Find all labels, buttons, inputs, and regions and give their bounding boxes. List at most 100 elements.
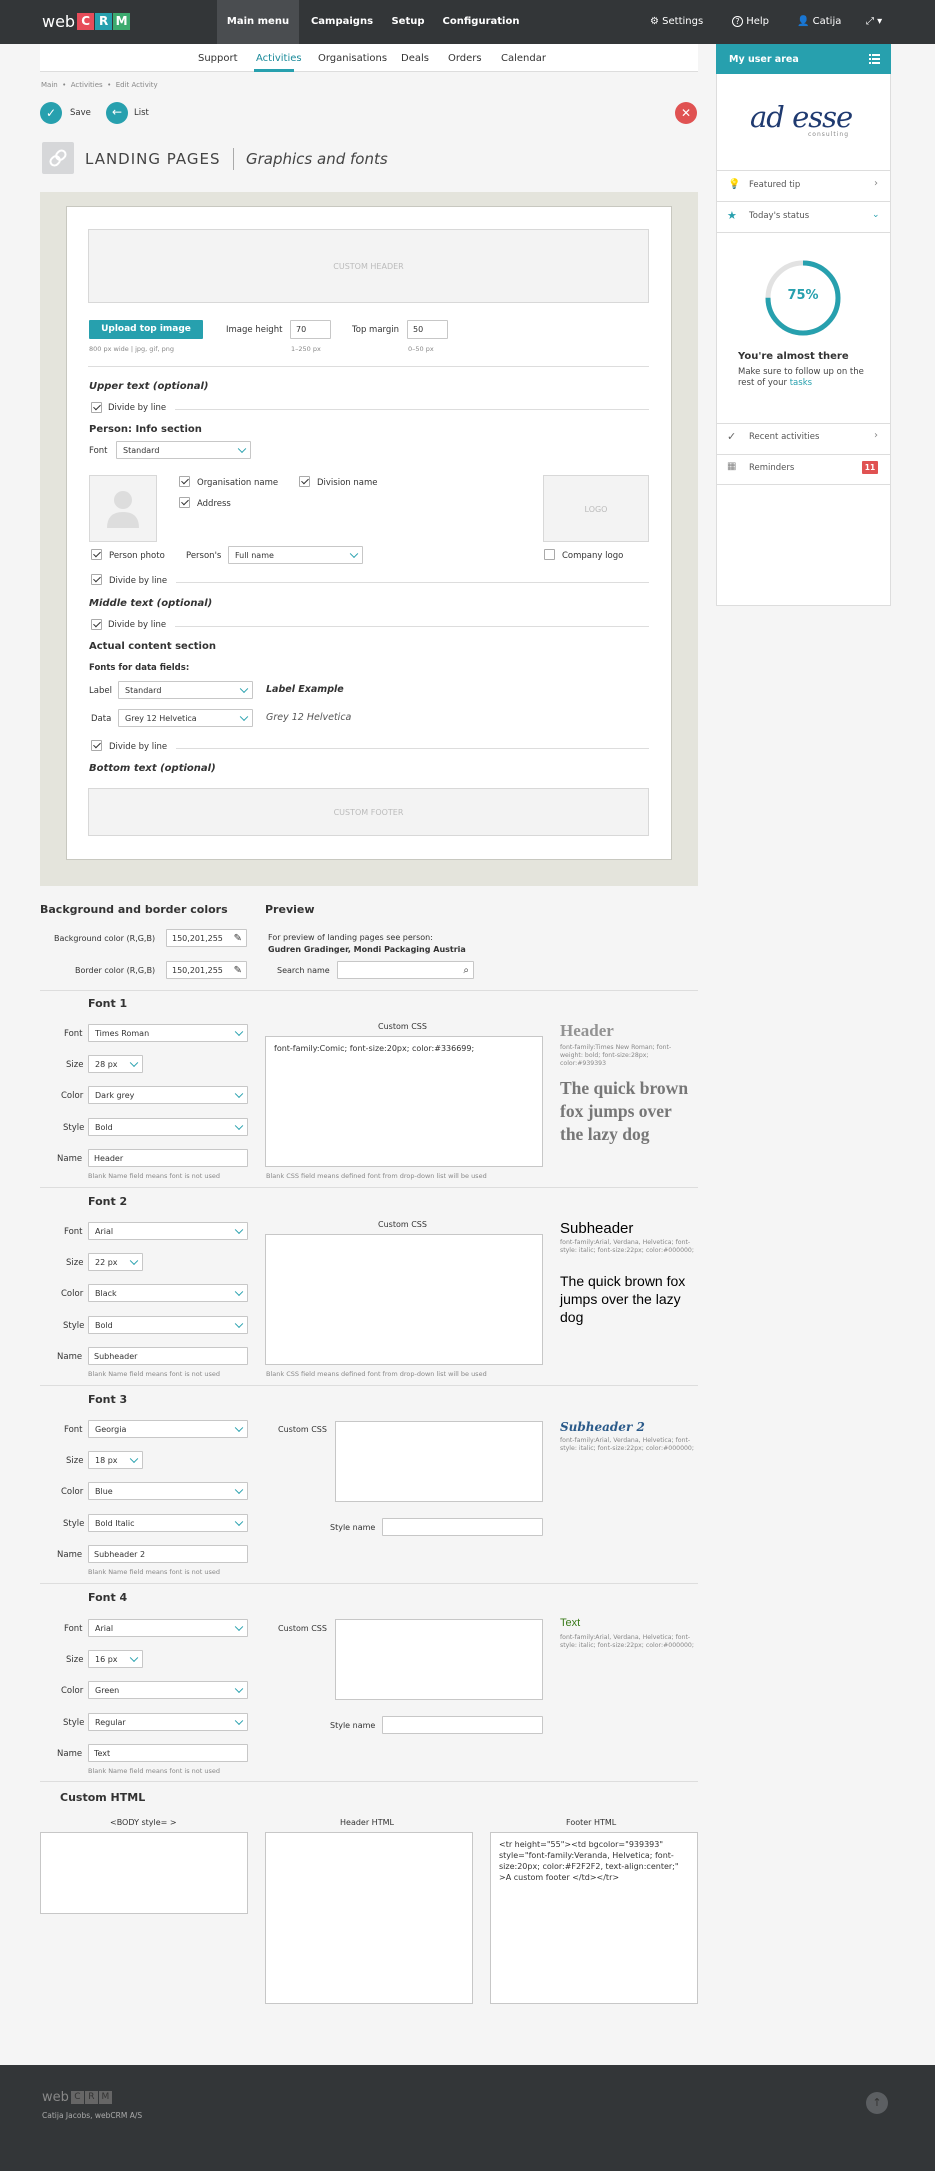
content-divide-checkbox[interactable]: [91, 740, 102, 751]
list-button[interactable]: ←: [106, 102, 128, 124]
image-height-hint: 1–250 px: [291, 345, 321, 353]
nav-main-menu[interactable]: Main menu: [217, 0, 299, 44]
middle-divide-checkbox[interactable]: [91, 619, 102, 630]
person-divide-checkbox[interactable]: [91, 574, 102, 585]
font-3-font-value: Georgia: [95, 1424, 127, 1434]
custom-header-placeholder[interactable]: CUSTOM HEADER: [88, 229, 649, 303]
font-2-name-input[interactable]: Subheader: [88, 1347, 248, 1365]
font-4-style-name-input[interactable]: [382, 1716, 543, 1734]
save-label[interactable]: Save: [70, 108, 91, 118]
font-3-name-input[interactable]: Subheader 2: [88, 1545, 248, 1563]
preview-person[interactable]: Gudren Gradinger, Mondi Packaging Austri…: [268, 945, 466, 954]
font-1-font-select[interactable]: Times Roman: [88, 1024, 248, 1042]
chevron-down-icon: [234, 1319, 244, 1329]
address-checkbox[interactable]: [179, 497, 190, 508]
font-4-font-select[interactable]: Arial: [88, 1619, 248, 1637]
body-style-textarea[interactable]: [40, 1832, 248, 1914]
font-3-style-select[interactable]: Bold Italic: [88, 1514, 248, 1532]
font-4-css-textarea[interactable]: [335, 1619, 543, 1700]
webcrm-logo[interactable]: web C R M: [42, 12, 131, 31]
middle-text-heading[interactable]: Middle text (optional): [89, 598, 212, 609]
person-font-select[interactable]: Standard: [116, 441, 251, 459]
tab-deals[interactable]: Deals: [401, 53, 429, 64]
bottom-text-heading[interactable]: Bottom text (optional): [89, 763, 216, 774]
nav-campaigns[interactable]: Campaigns: [305, 0, 379, 44]
title-divider: [233, 148, 234, 170]
upper-text-heading[interactable]: Upper text (optional): [89, 381, 208, 392]
top-margin-input[interactable]: 50: [407, 320, 448, 339]
font-4-size-select[interactable]: 16 px: [88, 1650, 143, 1668]
divider: [717, 232, 890, 233]
upper-divide-checkbox[interactable]: [91, 402, 102, 413]
save-button[interactable]: ✓: [40, 102, 62, 124]
font-1-color-select[interactable]: Dark grey: [88, 1086, 248, 1104]
font-3-size-select[interactable]: 18 px: [88, 1451, 143, 1469]
pencil-icon[interactable]: ✎: [234, 933, 242, 944]
list-label[interactable]: List: [134, 108, 149, 118]
chevron-down-icon[interactable]: ⌄: [872, 210, 880, 220]
nav-configuration[interactable]: Configuration: [437, 0, 525, 44]
font-3-font-select[interactable]: Georgia: [88, 1420, 248, 1438]
division-name-checkbox[interactable]: [299, 476, 310, 487]
list-icon[interactable]: [869, 54, 880, 64]
nav-setup[interactable]: Setup: [385, 0, 431, 44]
bg-color-value: 150,201,255: [172, 933, 223, 943]
division-name-label: Division name: [317, 478, 378, 488]
chevron-right-icon[interactable]: ›: [874, 178, 878, 189]
font-3-color-select[interactable]: Blue: [88, 1482, 248, 1500]
tab-orders[interactable]: Orders: [448, 53, 482, 64]
chevron-right-icon[interactable]: ›: [874, 430, 878, 441]
breadcrumb-current: Edit Activity: [115, 81, 158, 89]
font-2-size-select[interactable]: 22 px: [88, 1253, 143, 1271]
tab-organisations[interactable]: Organisations: [318, 53, 387, 64]
expand-icon[interactable]: ⤢ ▾: [866, 0, 882, 44]
font-1-name-input[interactable]: Header: [88, 1149, 248, 1167]
tasks-link[interactable]: tasks: [790, 378, 812, 388]
font-2-style-select[interactable]: Bold: [88, 1316, 248, 1334]
bg-color-input[interactable]: 150,201,255 ✎: [166, 929, 247, 947]
person-photo-checkbox[interactable]: [91, 549, 102, 560]
upload-top-image-button[interactable]: Upload top image: [89, 320, 203, 339]
todays-status-label[interactable]: Today's status: [749, 211, 809, 221]
chevron-down-icon: [234, 1027, 244, 1037]
pencil-icon[interactable]: ✎: [234, 965, 242, 976]
user-menu[interactable]: 👤 Catija: [797, 0, 841, 44]
footer-html-textarea[interactable]: <tr height="55"><td bgcolor="939393" sty…: [490, 1832, 698, 2004]
breadcrumb-activities[interactable]: Activities: [71, 81, 103, 89]
close-button[interactable]: ✕: [675, 102, 697, 124]
settings-link[interactable]: ⚙ Settings: [650, 0, 703, 44]
font-4-style-label: Style: [63, 1718, 85, 1728]
search-icon[interactable]: ⌕: [463, 965, 469, 976]
font-4-name-label: Name: [57, 1749, 83, 1759]
organisation-name-checkbox[interactable]: [179, 476, 190, 487]
company-logo-checkbox[interactable]: [544, 549, 555, 560]
font-3-style-name-input[interactable]: [382, 1518, 543, 1536]
font-2-font-select[interactable]: Arial: [88, 1222, 248, 1240]
font-4-color-select[interactable]: Green: [88, 1681, 248, 1699]
breadcrumb-main[interactable]: Main: [41, 81, 58, 89]
header-html-textarea[interactable]: [265, 1832, 473, 2004]
border-color-input[interactable]: 150,201,255 ✎: [166, 961, 247, 979]
font-2-color-select[interactable]: Black: [88, 1284, 248, 1302]
font-4-style-select[interactable]: Regular: [88, 1713, 248, 1731]
search-name-input[interactable]: ⌕: [337, 961, 474, 979]
font-4-name-input[interactable]: Text: [88, 1744, 248, 1762]
font-2-css-textarea[interactable]: [265, 1234, 543, 1365]
featured-tip-label[interactable]: Featured tip: [749, 180, 800, 190]
tab-calendar[interactable]: Calendar: [501, 53, 546, 64]
persons-name-select[interactable]: Full name: [228, 546, 363, 564]
font-3-css-textarea[interactable]: [335, 1421, 543, 1502]
font-1-size-select[interactable]: 28 px: [88, 1055, 143, 1073]
reminders-label[interactable]: Reminders: [749, 463, 794, 473]
label-font-select[interactable]: Standard: [118, 681, 253, 699]
tab-support[interactable]: Support: [198, 53, 238, 64]
tab-activities[interactable]: Activities: [256, 53, 302, 64]
custom-footer-placeholder[interactable]: CUSTOM FOOTER: [88, 788, 649, 836]
font-1-style-select[interactable]: Bold: [88, 1118, 248, 1136]
recent-activities-label[interactable]: Recent activities: [749, 432, 819, 442]
data-font-select[interactable]: Grey 12 Helvetica: [118, 709, 253, 727]
image-height-input[interactable]: 70: [290, 320, 331, 339]
help-link[interactable]: ? Help: [732, 0, 769, 44]
font-1-css-textarea[interactable]: font-family:Comic; font-size:20px; color…: [265, 1036, 543, 1167]
scroll-top-button[interactable]: ↑: [866, 2092, 888, 2114]
